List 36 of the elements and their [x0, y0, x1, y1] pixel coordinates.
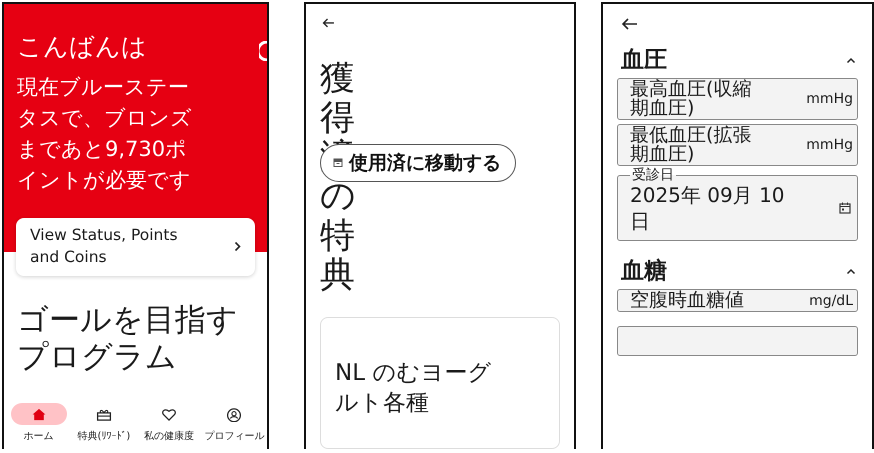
section-heading: 血糖 — [621, 257, 667, 285]
back-arrow-icon[interactable] — [322, 18, 335, 28]
back-arrow-icon[interactable] — [621, 18, 638, 30]
unit-label: mmHg — [806, 91, 853, 107]
profile-icon — [226, 406, 242, 422]
greeting-title: こんばんは — [17, 31, 147, 63]
input-field[interactable]: 最低血圧(拡張期血圧) mmHg — [617, 124, 858, 166]
input-field[interactable] — [617, 326, 858, 356]
collapse-caret-icon[interactable] — [846, 268, 856, 274]
heart-icon — [161, 406, 178, 422]
home-icon — [30, 406, 47, 422]
section-heading: 血圧 — [621, 46, 667, 74]
nav-item[interactable]: 私の健康度 — [136, 403, 202, 443]
calendar-icon — [839, 202, 851, 214]
field-label: 最高血圧(収縮期血圧) — [630, 80, 752, 118]
reward-card[interactable]: NL のむヨーグルト各種 — [320, 317, 560, 449]
unit-label: mmHg — [806, 137, 853, 153]
status-message: 現在ブルーステータスで、ブロンズまであと9,730ポイントが必要です — [17, 74, 193, 194]
field-label: 受診日 — [631, 168, 675, 182]
collapse-caret-icon[interactable] — [846, 56, 856, 64]
nav-item[interactable]: プロフィール — [202, 403, 267, 443]
nav-item[interactable]: ホーム — [6, 403, 72, 443]
input-field[interactable]: 空腹時血糖値 mg/dL — [617, 289, 858, 312]
field-label: 空腹時血糖値 — [630, 291, 745, 310]
unit-label: mg/dL — [809, 292, 853, 308]
chevron-right-icon — [234, 240, 241, 252]
date-field[interactable]: 受診日 2025年 09月 10日 — [617, 168, 858, 241]
input-field[interactable]: 最高血圧(収縮期血圧) mmHg — [617, 78, 858, 120]
status-link-card[interactable]: View Status, Points and Coins — [16, 218, 255, 276]
archive-icon — [333, 158, 343, 168]
section-title: ゴールを目指すプログラム — [16, 301, 239, 376]
date-value: 2025年 09月 10日 — [630, 182, 786, 234]
reward-title: NL のむヨーグルト各種 — [335, 359, 492, 418]
status-link-label: View Status, Points and Coins — [30, 225, 179, 268]
nav-item[interactable]: 特典(ﾘﾜｰﾄﾞ) — [71, 403, 136, 443]
field-label: 最低血圧(拡張期血圧) — [630, 126, 752, 164]
